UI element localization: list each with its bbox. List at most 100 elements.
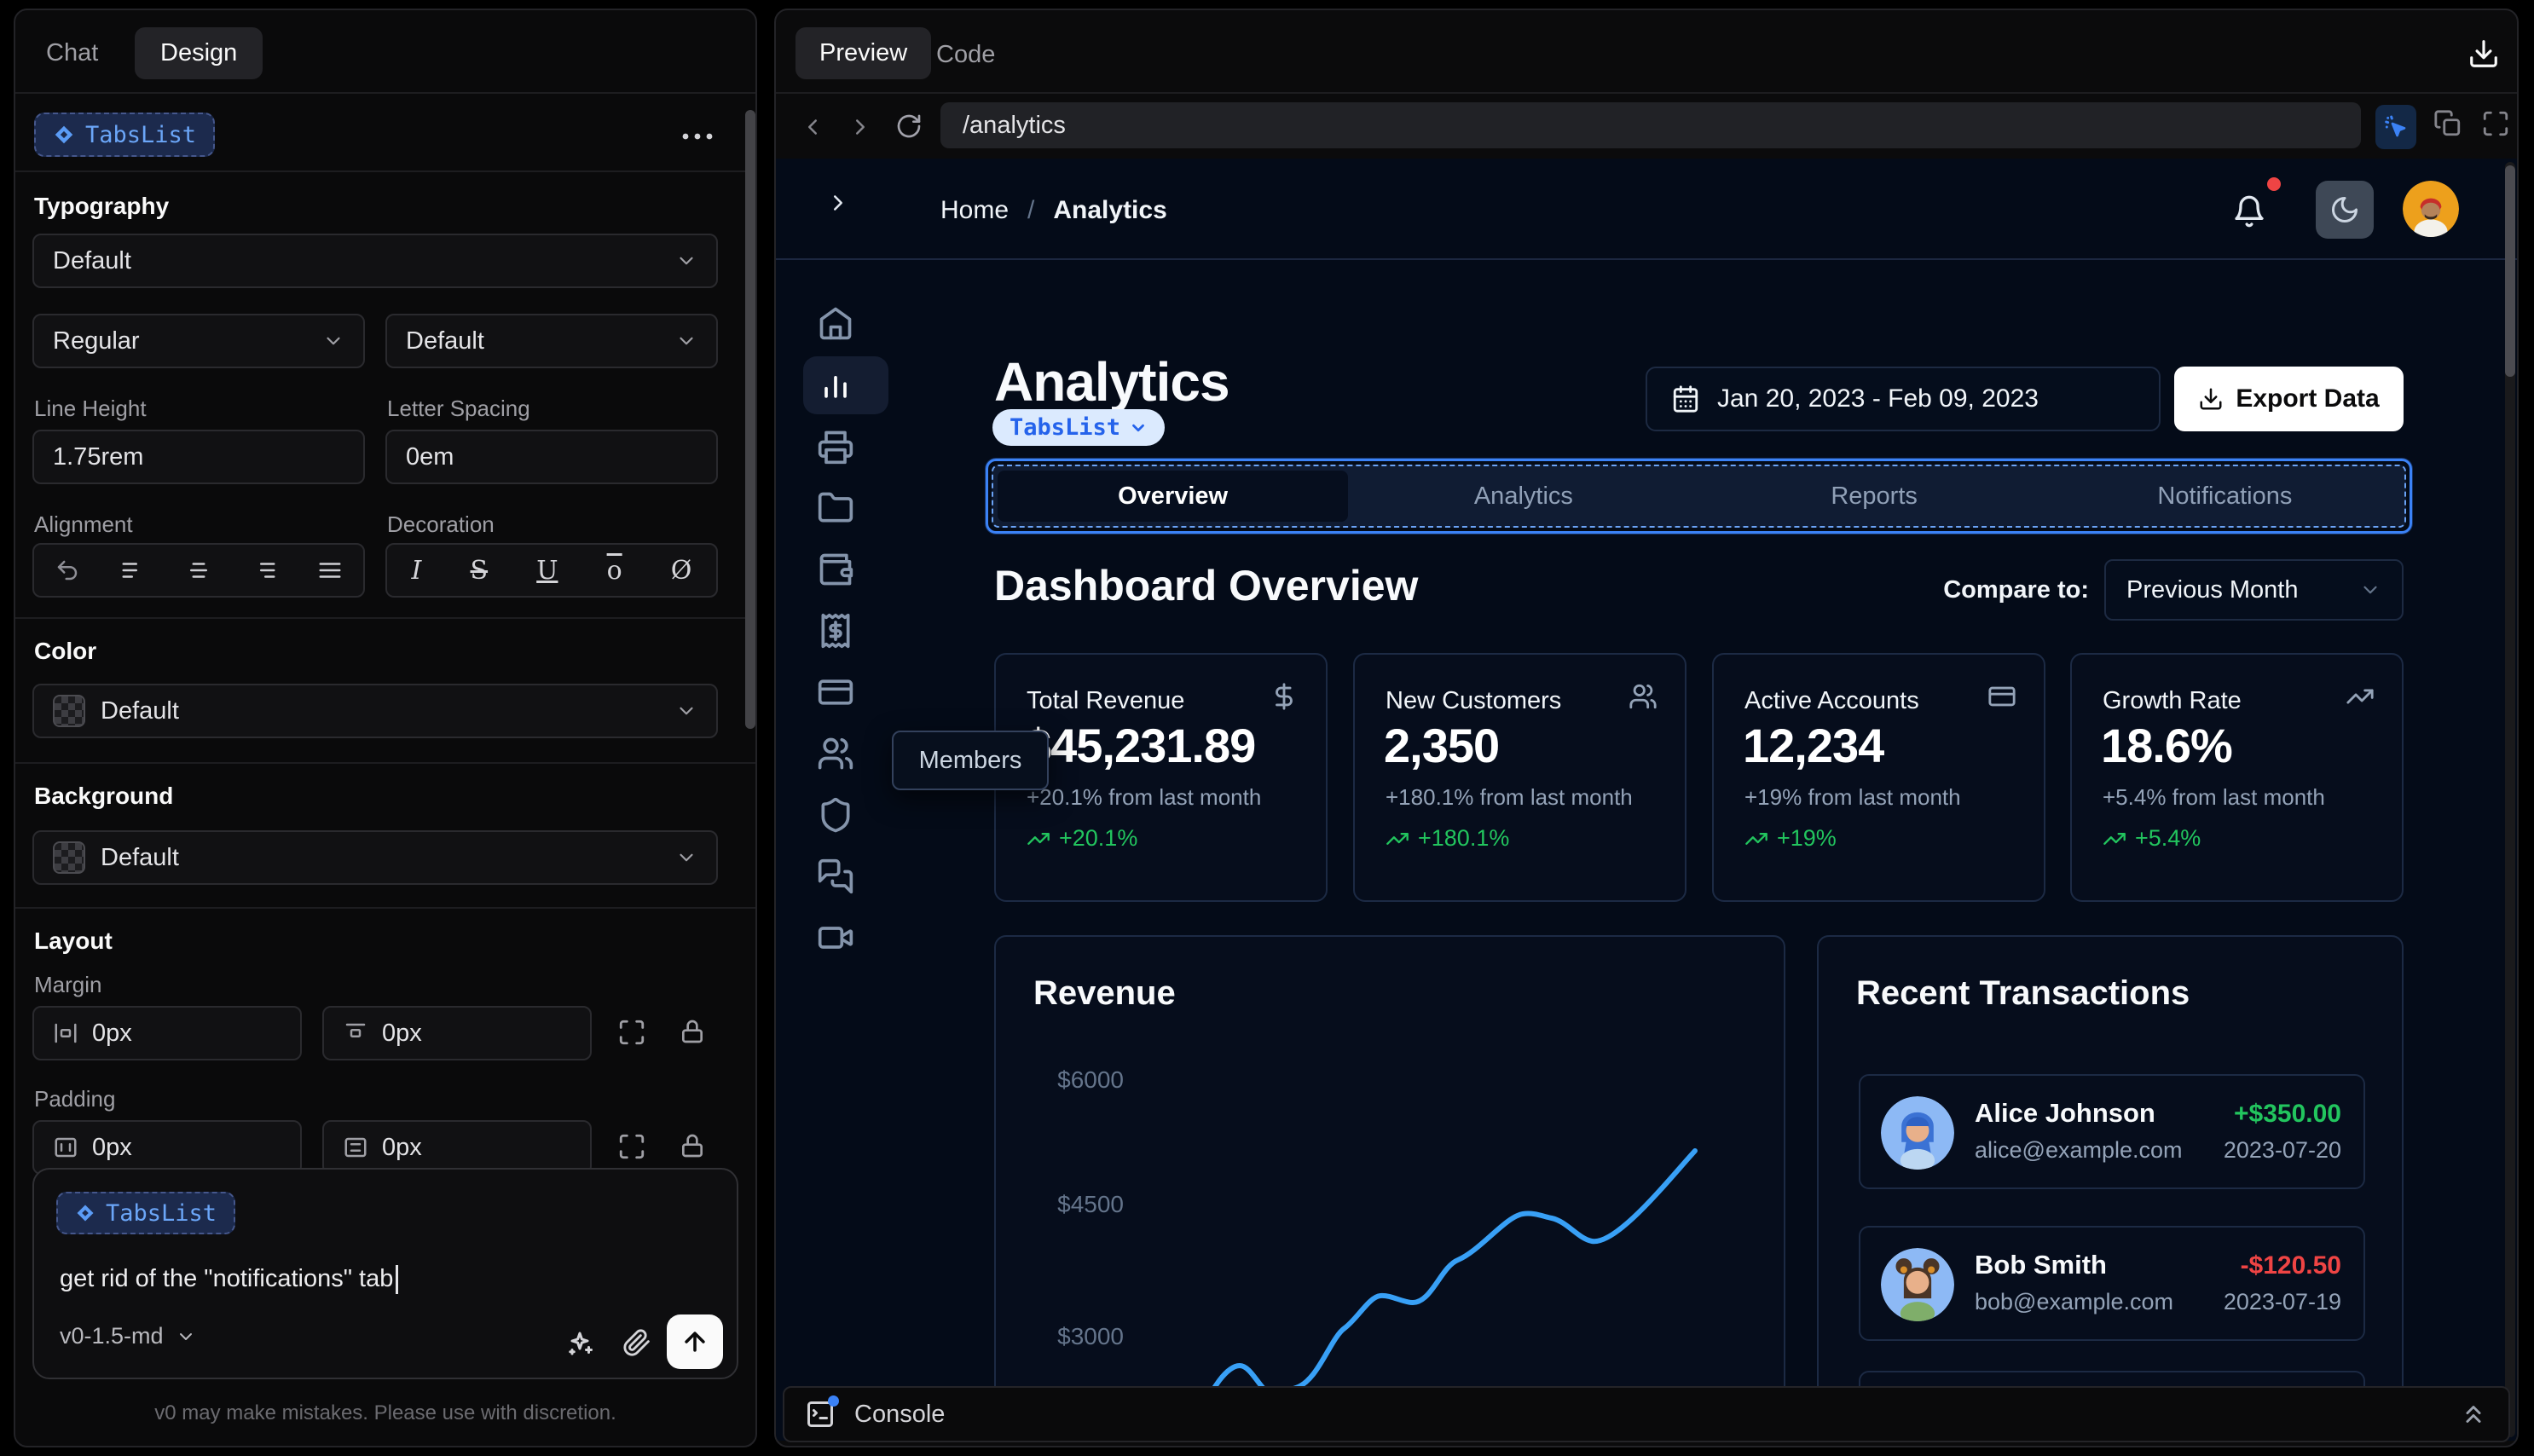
stat-delta: +19% bbox=[1744, 825, 1837, 852]
tabs-list: Overview Analytics Reports Notifications bbox=[992, 465, 2406, 528]
line-height-input[interactable]: 1.75rem bbox=[32, 430, 365, 484]
notifications-bell-button[interactable] bbox=[2232, 194, 2266, 228]
sidebar-item-messages[interactable] bbox=[817, 858, 854, 895]
transactions-title: Recent Transactions bbox=[1856, 974, 2190, 1012]
dark-mode-toggle[interactable] bbox=[2316, 181, 2374, 239]
divider bbox=[15, 907, 755, 909]
design-panel-scrollbar[interactable] bbox=[745, 110, 755, 729]
user-avatar[interactable] bbox=[2403, 181, 2459, 237]
tab-notifications[interactable]: Notifications bbox=[2050, 471, 2400, 522]
sidebar-item-wallet[interactable] bbox=[817, 551, 854, 588]
stat-delta: +180.1% bbox=[1386, 825, 1509, 852]
sidebar-item-video[interactable] bbox=[817, 919, 854, 956]
align-right-button[interactable] bbox=[252, 558, 277, 583]
lock-icon bbox=[682, 1134, 703, 1158]
sidebar-item-invoices[interactable] bbox=[817, 428, 854, 465]
model-selector[interactable]: v0-1.5-md bbox=[60, 1323, 196, 1349]
composer-element-chip[interactable]: TabsList bbox=[56, 1192, 236, 1234]
sidebar-expand-button[interactable] bbox=[825, 190, 851, 216]
sidebar-item-analytics[interactable] bbox=[817, 367, 854, 404]
trending-up-icon bbox=[2103, 832, 2126, 845]
transaction-row[interactable]: Bob Smith bob@example.com -$120.50 2023-… bbox=[1859, 1226, 2365, 1341]
margin-lock-button[interactable] bbox=[679, 1018, 706, 1045]
messages-icon bbox=[818, 858, 853, 894]
padding-x-input[interactable]: 0px bbox=[32, 1120, 302, 1175]
copy-button[interactable] bbox=[2433, 109, 2462, 138]
sidebar-item-receipts[interactable] bbox=[817, 612, 854, 650]
attach-file-button[interactable] bbox=[622, 1328, 651, 1357]
enhance-prompt-button[interactable] bbox=[564, 1328, 595, 1359]
no-decoration-button[interactable]: Ø bbox=[671, 556, 692, 586]
element-menu-button[interactable] bbox=[680, 130, 714, 143]
nav-forward-button[interactable] bbox=[848, 114, 873, 140]
export-data-button[interactable]: Export Data bbox=[2174, 367, 2404, 431]
video-icon bbox=[818, 927, 853, 949]
sparkles-icon bbox=[569, 1332, 593, 1355]
reset-alignment-button[interactable] bbox=[55, 558, 80, 583]
italic-button[interactable]: I bbox=[412, 556, 422, 586]
sidebar-item-members[interactable] bbox=[817, 735, 854, 772]
chevron-right-icon bbox=[856, 119, 865, 135]
selected-component-badge[interactable]: TabsList bbox=[992, 409, 1166, 446]
stat-card-active-accounts: Active Accounts 12,234 +19% from last mo… bbox=[1712, 653, 2045, 902]
chat-composer[interactable]: TabsList get rid of the "notifications" … bbox=[32, 1168, 738, 1379]
tab-reports[interactable]: Reports bbox=[1699, 471, 2050, 522]
fullscreen-button[interactable] bbox=[2481, 109, 2510, 138]
console-expand-button[interactable] bbox=[2459, 1400, 2488, 1429]
underline-button[interactable]: U bbox=[536, 556, 558, 586]
margin-y-input[interactable]: 0px bbox=[322, 1006, 592, 1060]
send-button[interactable] bbox=[667, 1314, 723, 1369]
selected-element-chip[interactable]: TabsList bbox=[34, 113, 216, 157]
strikethrough-button[interactable]: S bbox=[471, 556, 489, 586]
margin-x-input[interactable]: 0px bbox=[32, 1006, 302, 1060]
padding-lock-button[interactable] bbox=[679, 1132, 706, 1159]
calendar-icon bbox=[1673, 385, 1698, 413]
breadcrumb-current: Analytics bbox=[1053, 196, 1167, 224]
breadcrumb: Home / Analytics bbox=[940, 196, 1167, 225]
transaction-row[interactable]: Alice Johnson alice@example.com +$350.00… bbox=[1859, 1074, 2365, 1189]
tab-code[interactable]: Code bbox=[936, 41, 995, 69]
trending-up-icon bbox=[1745, 832, 1767, 845]
alignment-label: Alignment bbox=[34, 511, 133, 537]
padding-expand-button[interactable] bbox=[617, 1132, 646, 1161]
prompt-input[interactable]: get rid of the "notifications" tab bbox=[60, 1265, 399, 1295]
nav-back-button[interactable] bbox=[800, 114, 825, 140]
notification-dot bbox=[2267, 177, 2281, 191]
date-range-button[interactable]: Jan 20, 2023 - Feb 09, 2023 bbox=[1646, 367, 2161, 431]
background-select[interactable]: Default bbox=[32, 830, 718, 885]
font-weight-select[interactable]: Regular bbox=[32, 314, 365, 368]
users-icon bbox=[1629, 682, 1658, 711]
sidebar-item-security[interactable] bbox=[817, 796, 854, 834]
url-bar[interactable]: /analytics bbox=[940, 102, 2361, 148]
pointer-mode-button[interactable] bbox=[2375, 105, 2416, 149]
color-select[interactable]: Default bbox=[32, 684, 718, 738]
refresh-button[interactable] bbox=[895, 113, 923, 140]
padding-y-input[interactable]: 0px bbox=[322, 1120, 592, 1175]
download-button[interactable] bbox=[2467, 38, 2500, 70]
console-bar[interactable]: Console bbox=[783, 1386, 2510, 1442]
chevron-down-icon bbox=[680, 707, 693, 715]
font-family-select[interactable]: Default bbox=[32, 234, 718, 288]
compare-select[interactable]: Previous Month bbox=[2104, 559, 2404, 621]
tab-overview[interactable]: Overview bbox=[998, 471, 1349, 522]
tab-analytics[interactable]: Analytics bbox=[1348, 471, 1698, 522]
sidebar-item-files[interactable] bbox=[817, 489, 854, 527]
breadcrumb-home[interactable]: Home bbox=[940, 196, 1009, 225]
font-size-select[interactable]: Default bbox=[385, 314, 718, 368]
tab-chat[interactable]: Chat bbox=[46, 39, 98, 67]
tab-preview[interactable]: Preview bbox=[795, 27, 932, 79]
preview-scrollbar-thumb[interactable] bbox=[2505, 165, 2515, 377]
color-swatch-icon bbox=[53, 695, 85, 727]
sidebar-item-home[interactable] bbox=[817, 304, 854, 342]
chevron-down-icon bbox=[680, 853, 693, 862]
sidebar-item-cards[interactable] bbox=[817, 673, 854, 711]
align-center-button[interactable] bbox=[186, 558, 211, 583]
align-left-button[interactable] bbox=[120, 558, 146, 583]
letter-spacing-input[interactable]: 0em bbox=[385, 430, 718, 484]
tab-design[interactable]: Design bbox=[135, 27, 263, 79]
transactions-card: Recent Transactions Alice Johnson alice@… bbox=[1817, 935, 2404, 1441]
overline-button[interactable]: o bbox=[607, 556, 622, 586]
line-height-label: Line Height bbox=[34, 396, 147, 421]
align-justify-button[interactable] bbox=[317, 558, 343, 583]
margin-expand-button[interactable] bbox=[617, 1018, 646, 1047]
